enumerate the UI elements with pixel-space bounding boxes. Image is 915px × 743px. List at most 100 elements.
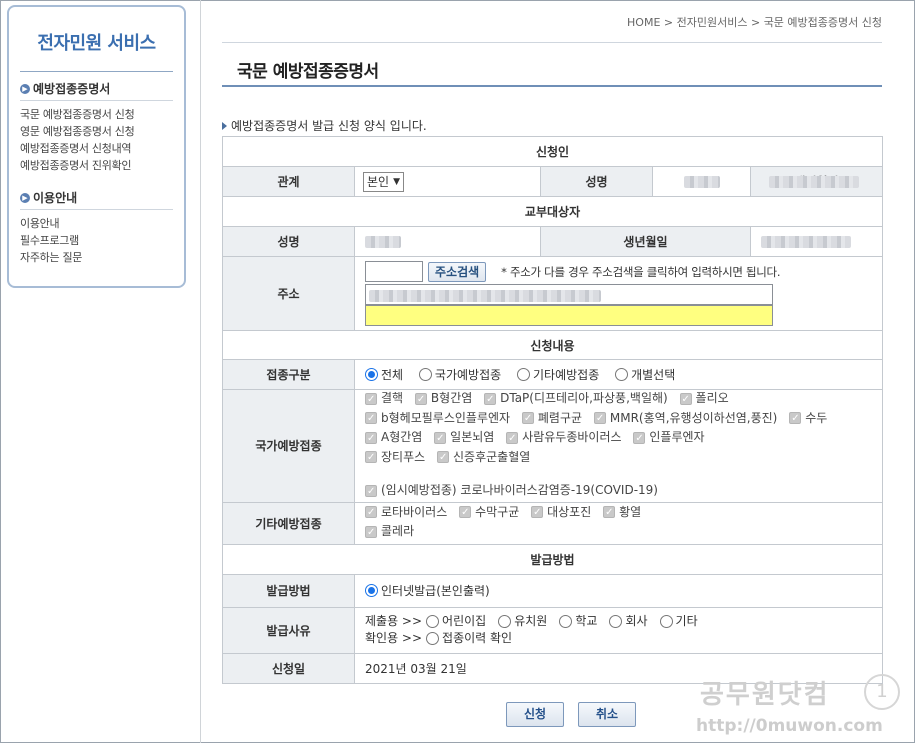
sidebar-section-title: 예방접종증명서 xyxy=(33,82,111,96)
checkbox-mmr[interactable]: MMR(홍역,유행성이하선염,풍진) xyxy=(593,410,777,427)
checkbox-label: 인플루엔자 xyxy=(649,430,705,444)
section-request: 신청내용 xyxy=(221,330,884,360)
form-actions: 신청 취소 xyxy=(506,702,636,727)
issue-method-label: 발급방법 xyxy=(222,573,355,608)
checkbox-pcv[interactable]: 폐렴구균 xyxy=(521,410,582,427)
checkbox-meningococcal[interactable]: 수막구균 xyxy=(459,504,519,521)
radio-circle-icon xyxy=(659,615,673,628)
checkbox-icon xyxy=(434,430,447,447)
radio-circle-icon xyxy=(609,615,623,628)
sidebar-item-faq[interactable]: 자주하는 질문 xyxy=(20,249,82,266)
national-vaccine-list: 결핵 B형간염 DTaP(디프테리아,파상풍,백일해) 폴리오 b형헤모필루스인… xyxy=(353,389,884,503)
zipcode-input[interactable] xyxy=(365,261,423,282)
checkbox-hfrs[interactable]: 신증후군출혈열 xyxy=(437,449,530,466)
radio-all[interactable]: 전체 xyxy=(365,366,403,383)
checkbox-rotavirus[interactable]: 로타바이러스 xyxy=(365,504,447,521)
submit-button[interactable]: 신청 xyxy=(506,702,564,727)
checkbox-icon xyxy=(633,430,646,447)
radio-label: 어린이집 xyxy=(442,614,487,628)
sidebar-item-guide[interactable]: 이용안내 xyxy=(20,215,60,232)
radio-kindergarten[interactable]: 유치원 xyxy=(498,613,547,630)
checkbox-label: 황열 xyxy=(619,504,642,519)
checkbox-hepb[interactable]: B형간염 xyxy=(414,390,472,408)
checkbox-yellow-fever[interactable]: 황열 xyxy=(603,504,641,521)
sidebar-panel: 전자민원 서비스 ▶ 예방접종증명서 국문 예방접종증명서 신청 영문 예방접종… xyxy=(7,5,186,288)
radio-individual[interactable]: 개별선택 xyxy=(615,366,675,383)
checkbox-icon xyxy=(365,430,377,447)
checkbox-icon xyxy=(365,504,377,521)
radio-daycare[interactable]: 어린이집 xyxy=(426,613,486,630)
left-column: 전자민원 서비스 ▶ 예방접종증명서 국문 예방접종증명서 신청 영문 예방접종… xyxy=(0,0,201,743)
checkbox-je[interactable]: 일본뇌염 xyxy=(434,429,495,447)
relation-label: 관계 xyxy=(222,166,355,197)
checkbox-label: 일본뇌염 xyxy=(450,430,495,444)
section-divider xyxy=(20,100,173,101)
redacted-name xyxy=(365,236,401,248)
section-target: 교부대상자 xyxy=(221,196,884,227)
radio-circle-icon xyxy=(517,367,530,381)
checkbox-label: 사람유두종바이러스 xyxy=(522,430,622,444)
section-divider xyxy=(20,209,173,210)
radio-other[interactable]: 기타예방접종 xyxy=(517,366,599,383)
checkbox-icon xyxy=(603,504,616,521)
radio-history-check[interactable]: 접종이력 확인 xyxy=(426,630,512,647)
radio-national[interactable]: 국가예방접종 xyxy=(418,366,501,383)
breadcrumb-e-service[interactable]: 전자민원서비스 xyxy=(677,16,748,29)
address-detail-input[interactable] xyxy=(365,305,773,326)
checkbox-label: 로타바이러스 xyxy=(381,504,448,519)
sidebar-item-english-cert[interactable]: 영문 예방접종증명서 신청 xyxy=(20,123,135,140)
radio-label: 유치원 xyxy=(514,614,548,628)
watermark-circle-icon: 1 xyxy=(864,674,900,710)
radio-company[interactable]: 회사 xyxy=(609,613,648,630)
national-vaccine-label: 국가예방접종 xyxy=(222,389,355,503)
radio-circle-icon xyxy=(418,367,432,381)
checkbox-label: 신증후군출혈열 xyxy=(453,449,531,464)
address-cell: 주소검색 * 주소가 다를 경우 주소검색을 클릭하여 입력하시면 됩니다. xyxy=(353,256,884,331)
applicant-name-value xyxy=(652,166,751,197)
checkbox-icon xyxy=(593,410,606,427)
sidebar-item-required-programs[interactable]: 필수프로그램 xyxy=(20,232,79,249)
breadcrumb-home[interactable]: HOME xyxy=(627,16,660,29)
checkbox-hepa[interactable]: A형간염 xyxy=(365,429,423,447)
checkbox-cholera[interactable]: 콜레라 xyxy=(365,523,414,541)
checkbox-covid19[interactable]: (임시예방접종) 코로나바이러스감염증-19(COVID-19) xyxy=(365,482,658,500)
checkbox-icon xyxy=(365,449,377,466)
address-main-input[interactable] xyxy=(365,284,773,305)
radio-internet-issue[interactable]: 인터넷발급(본인출력) xyxy=(365,582,490,599)
checkbox-polio[interactable]: 폴리오 xyxy=(679,390,729,408)
radio-school[interactable]: 학교 xyxy=(559,613,597,630)
target-name-label: 성명 xyxy=(222,226,355,257)
checkbox-label: A형간염 xyxy=(381,430,423,444)
checkbox-label: (임시예방접종) 코로나바이러스감염증-19(COVID-19) xyxy=(381,483,658,497)
issue-method-cell: 인터넷발급(본인출력) xyxy=(353,573,884,608)
checkbox-typhoid[interactable]: 장티푸스 xyxy=(365,449,425,466)
address-search-button[interactable]: 주소검색 xyxy=(428,261,487,282)
checkbox-label: DTaP(디프테리아,파상풍,백일해) xyxy=(500,391,668,405)
redacted-name xyxy=(683,176,720,188)
sidebar-item-cert-verify[interactable]: 예방접종증명서 진위확인 xyxy=(20,157,132,174)
checkbox-dtap[interactable]: DTaP(디프테리아,파상풍,백일해) xyxy=(484,390,668,408)
radio-circle-icon xyxy=(498,615,512,628)
cancel-button[interactable]: 취소 xyxy=(578,702,636,727)
checkbox-hpv[interactable]: 사람유두종바이러스 xyxy=(506,429,622,447)
checkbox-varicella[interactable]: 수두 xyxy=(789,410,827,427)
radio-etc[interactable]: 기타 xyxy=(659,613,698,630)
title-top-divider xyxy=(222,42,882,43)
checkbox-icon xyxy=(521,410,534,427)
radio-circle-icon xyxy=(559,615,573,628)
radio-label: 기타 xyxy=(675,614,698,628)
checkbox-zoster[interactable]: 대상포진 xyxy=(531,504,591,521)
sidebar-section-title: 이용안내 xyxy=(33,191,78,205)
breadcrumb-current: 국문 예방접종증명서 신청 xyxy=(763,16,882,29)
sidebar-item-korean-cert[interactable]: 국문 예방접종증명서 신청 xyxy=(20,106,135,123)
checkbox-influenza[interactable]: 인플루엔자 xyxy=(633,429,705,447)
breadcrumb-separator: > xyxy=(663,16,674,29)
checkbox-hib[interactable]: b형헤모필루스인플루엔자 xyxy=(365,410,510,427)
checkbox-icon xyxy=(506,430,519,447)
intro-text: 예방접종증명서 발급 신청 양식 입니다. xyxy=(222,117,427,134)
page-title: 국문 예방접종증명서 xyxy=(237,62,379,82)
relation-select[interactable]: 본인 ▼ xyxy=(363,171,405,192)
checkbox-bcg[interactable]: 결핵 xyxy=(365,390,403,408)
sidebar-title: 전자민원 서비스 xyxy=(37,33,156,54)
sidebar-item-cert-history[interactable]: 예방접종증명서 신청내역 xyxy=(20,140,132,157)
